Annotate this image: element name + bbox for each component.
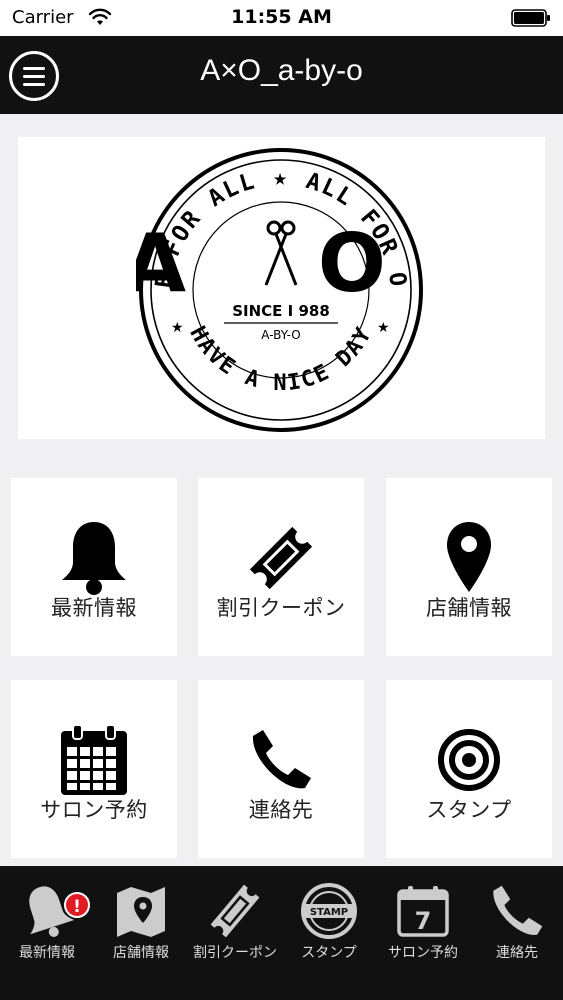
logo-banner: ONE FOR ALL ★ ALL FOR ONE HAVE A NICE DA…: [18, 137, 545, 439]
tile-label: 連絡先: [248, 798, 314, 822]
app-header: A×O_a-by-o: [0, 36, 563, 114]
tab-contact[interactable]: 連絡先: [470, 866, 563, 1000]
tile-news[interactable]: 最新情報: [11, 478, 177, 656]
star-right-icon: ★: [377, 320, 390, 336]
tab-coupon[interactable]: 割引クーポン: [188, 866, 282, 1000]
map-pin-icon: [386, 518, 552, 598]
tile-shop-info[interactable]: 店舗情報: [386, 478, 552, 656]
tile-label: サロン予約: [40, 798, 148, 822]
tab-stamp[interactable]: STAMP スタンプ: [282, 866, 376, 1000]
ticket-icon: [188, 880, 282, 942]
bell-icon: [11, 518, 177, 598]
target-icon: [386, 720, 552, 800]
tile-coupon[interactable]: 割引クーポン: [198, 478, 364, 656]
tile-stamp[interactable]: スタンプ: [386, 680, 552, 858]
calendar-day-text: 7: [415, 907, 432, 935]
phone-icon: [470, 880, 563, 942]
tab-reservation[interactable]: 7 サロン予約: [376, 866, 470, 1000]
tile-label: 店舗情報: [426, 596, 512, 620]
salon-logo: ONE FOR ALL ★ ALL FOR ONE HAVE A NICE DA…: [136, 145, 426, 432]
tile-reservation[interactable]: サロン予約: [11, 680, 177, 858]
stamp-icon-text: STAMP: [310, 907, 348, 918]
map-icon: [94, 880, 188, 942]
tab-label: 最新情報: [19, 945, 75, 961]
tab-label: スタンプ: [301, 945, 357, 961]
tab-news[interactable]: ! 最新情報: [0, 866, 94, 1000]
page-title: A×O_a-by-o: [200, 54, 363, 87]
logo-sub-text: A-BY-O: [261, 328, 300, 342]
logo-since-text: SINCE I 988: [232, 302, 330, 320]
battery-icon: [511, 9, 550, 27]
phone-icon: [198, 720, 364, 800]
clock: 11:55 AM: [231, 6, 332, 28]
tab-label: 割引クーポン: [193, 945, 277, 961]
tile-label: 最新情報: [51, 596, 137, 620]
tab-bar: ! 最新情報 店舗情報 割引クーポン STAMP スタンプ 7 サロン予約 連絡…: [0, 866, 563, 1000]
calendar-icon: 7: [376, 880, 470, 942]
stamp-icon: STAMP: [282, 880, 376, 942]
tile-contact[interactable]: 連絡先: [198, 680, 364, 858]
tab-shop-info[interactable]: 店舗情報: [94, 866, 188, 1000]
tile-label: スタンプ: [426, 798, 512, 822]
tab-label: 連絡先: [496, 945, 538, 961]
tab-label: 店舗情報: [113, 945, 169, 961]
tile-label: 割引クーポン: [216, 596, 346, 620]
notification-badge: !: [64, 892, 90, 918]
calendar-icon: [11, 720, 177, 800]
ticket-icon: [198, 518, 364, 598]
status-bar: Carrier 11:55 AM: [0, 0, 563, 36]
logo-mark-text: A O: [136, 217, 426, 310]
star-left-icon: ★: [171, 320, 184, 336]
tab-label: サロン予約: [388, 945, 458, 961]
